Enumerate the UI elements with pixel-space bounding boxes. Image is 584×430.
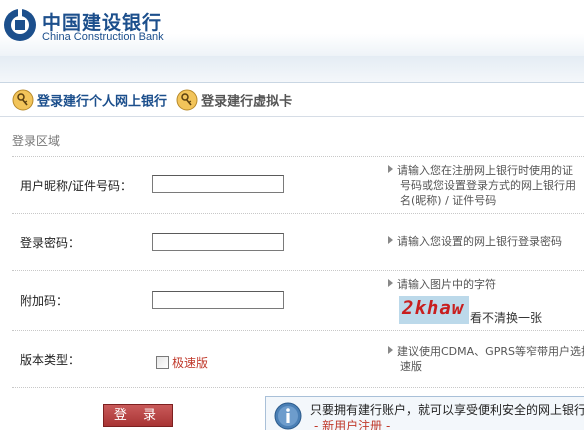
- row-divider: [12, 156, 584, 157]
- hint-text: 建议使用CDMA、GPRS等窄带用户选择: [397, 345, 584, 358]
- hint-text: 请输入您在注册网上银行时使用的证: [397, 164, 573, 177]
- row-divider: [12, 387, 584, 388]
- hint-text: 速版: [400, 360, 422, 373]
- captcha-label: 附加码：: [20, 294, 69, 308]
- arrow-right-icon: [388, 236, 393, 244]
- arrow-right-icon: [388, 279, 393, 287]
- password-label: 登录密码：: [20, 236, 81, 250]
- password-input[interactable]: [152, 233, 284, 251]
- fast-version-label: 极速版: [172, 356, 209, 370]
- tab-label: 登录建行个人网上银行: [37, 94, 168, 110]
- fast-version-checkbox[interactable]: [156, 356, 169, 369]
- key-icon: [176, 89, 198, 111]
- arrow-right-icon: [388, 165, 393, 173]
- header-bar: [0, 56, 584, 83]
- version-hint: 建议使用CDMA、GPRS等窄带用户选择 速版: [388, 344, 584, 374]
- tab-personal-banking[interactable]: 登录建行个人网上银行: [12, 89, 167, 111]
- hint-text: 请输入图片中的字符: [397, 278, 496, 291]
- username-label: 用户昵称/证件号码：: [20, 179, 133, 193]
- fast-version-option[interactable]: 极速版: [156, 352, 208, 371]
- captcha-hint: 请输入图片中的字符: [388, 277, 584, 292]
- tab-virtual-card[interactable]: 登录建行虚拟卡: [176, 89, 292, 111]
- captcha-image[interactable]: 2khaw: [399, 296, 469, 324]
- row-divider: [12, 330, 584, 331]
- register-link[interactable]: - 新用户注册 -: [314, 417, 390, 430]
- hint-text: 号码或您设置登录方式的网上银行用: [400, 179, 576, 192]
- row-divider: [12, 270, 584, 271]
- version-label: 版本类型：: [20, 353, 81, 367]
- header: 中国建设银行 China Construction Bank: [0, 0, 584, 56]
- tabs-divider: [0, 116, 584, 117]
- arrow-right-icon: [388, 346, 393, 354]
- key-icon: [12, 89, 34, 111]
- section-title: 登录区域: [12, 134, 61, 148]
- brand-name-en: China Construction Bank: [42, 31, 164, 43]
- info-text: 只要拥有建行账户，就可以享受便利安全的网上银行: [310, 403, 584, 417]
- password-hint: 请输入您设置的网上银行登录密码: [388, 234, 584, 249]
- info-box: 只要拥有建行账户，就可以享受便利安全的网上银行 - 新用户注册 -: [265, 396, 584, 430]
- row-divider: [12, 213, 584, 214]
- username-hint: 请输入您在注册网上银行时使用的证 号码或您设置登录方式的网上银行用 名(昵称) …: [388, 163, 584, 208]
- hint-text: 请输入您设置的网上银行登录密码: [397, 235, 562, 248]
- hint-text: 名(昵称) / 证件号码: [400, 194, 497, 207]
- captcha-text: 2khaw: [402, 297, 465, 319]
- username-input[interactable]: [152, 175, 284, 193]
- captcha-refresh-link[interactable]: 看不清换一张: [470, 309, 542, 326]
- tab-label: 登录建行虚拟卡: [201, 94, 293, 110]
- info-icon: [274, 402, 302, 430]
- ccb-logo-icon: [4, 8, 36, 41]
- captcha-input[interactable]: [152, 291, 284, 309]
- login-button[interactable]: 登 录: [103, 404, 173, 427]
- login-tabs: 登录建行个人网上银行 登录建行虚拟卡: [12, 89, 296, 113]
- login-page: 中国建设银行 China Construction Bank 登录建行个人网上银…: [0, 0, 584, 430]
